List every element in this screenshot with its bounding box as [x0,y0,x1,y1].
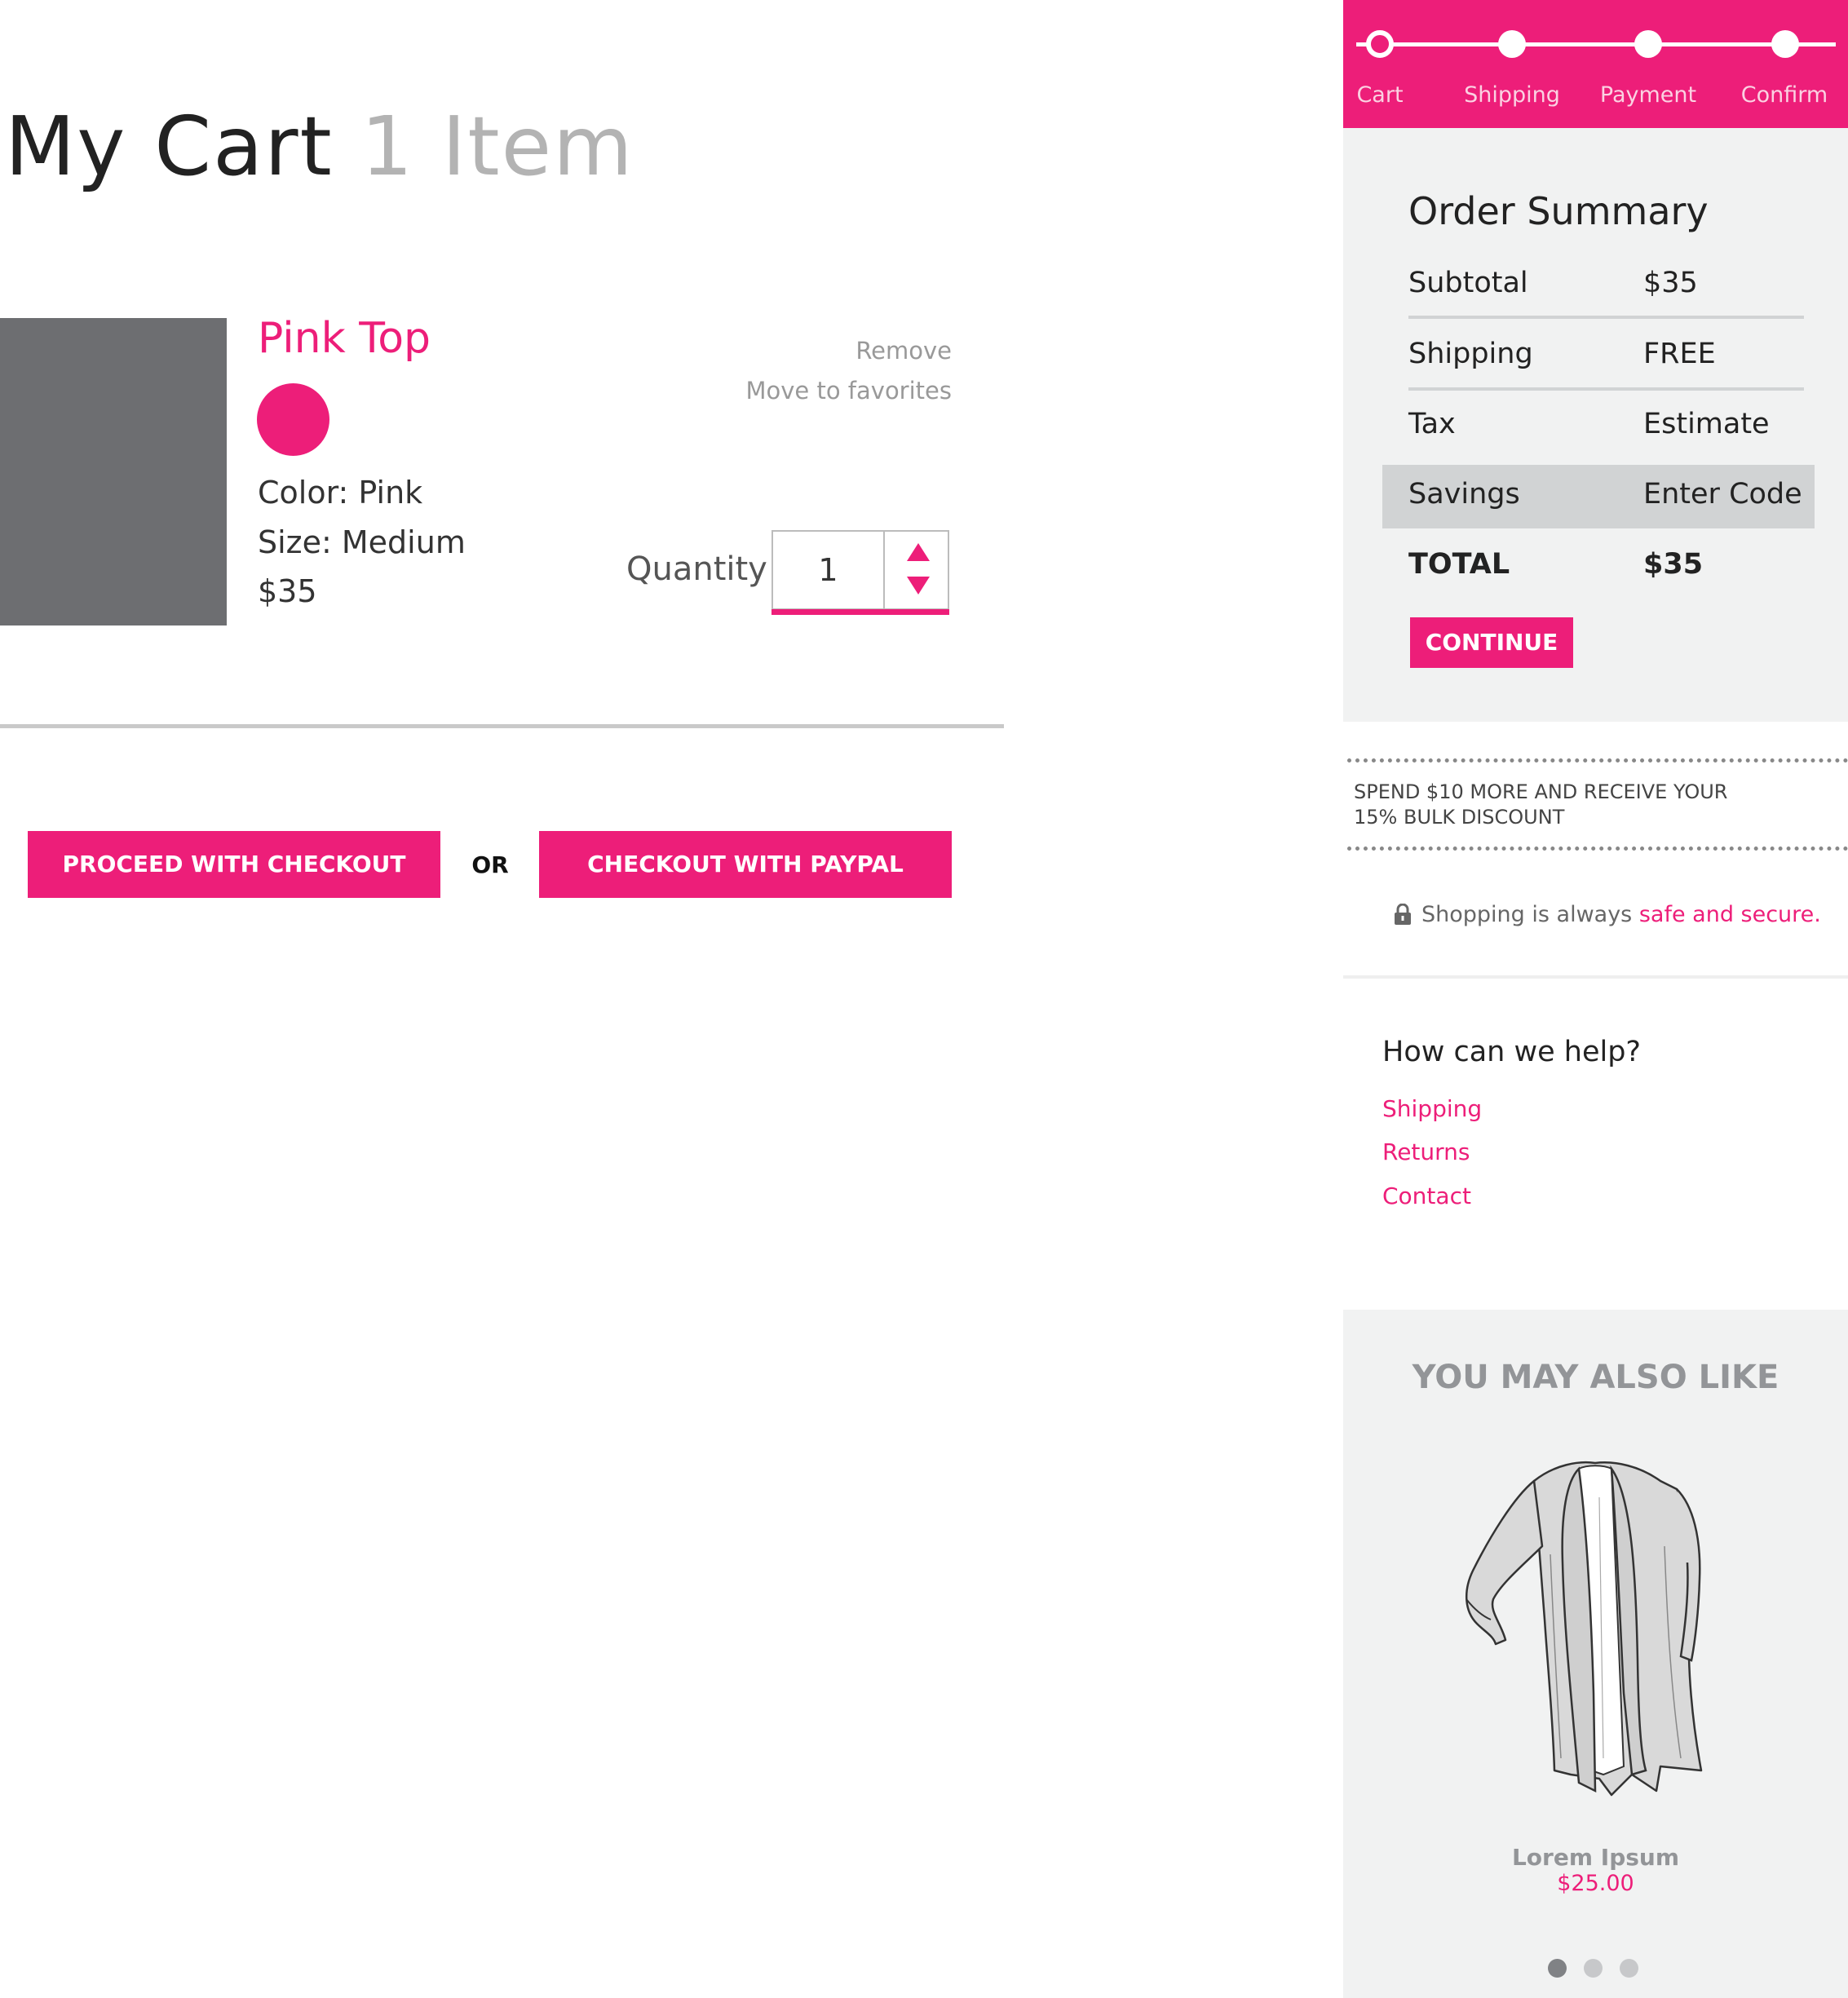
tax-estimate-link[interactable]: Estimate [1643,408,1770,440]
help-title: How can we help? [1382,1036,1641,1068]
summary-row-shipping: Shipping FREE [1408,338,1816,395]
product-size: Size: Medium [258,524,466,560]
dotted-divider [1347,846,1848,851]
checkout-progress: Cart Shipping Payment Confirm [1343,0,1848,128]
summary-row-tax: Tax Estimate [1408,408,1816,465]
promo-line-2: 15% BULK DISCOUNT [1354,806,1565,829]
cardigan-product-image[interactable] [1457,1448,1734,1815]
promo-line-1: SPEND $10 MORE AND RECEIVE YOUR [1354,780,1728,803]
savings-label: Savings [1408,478,1520,511]
proceed-checkout-button[interactable]: PROCEED WITH CHECKOUT [28,831,440,898]
step-dot-confirm[interactable] [1771,30,1799,58]
summary-row-total: TOTAL $35 [1408,548,1816,605]
or-separator: OR [471,851,509,878]
help-link-returns[interactable]: Returns [1382,1138,1470,1165]
product-color: Color: Pink [258,475,423,511]
bulk-discount-promo: SPEND $10 MORE AND RECEIVE YOUR 15% BULK… [1354,780,1727,830]
cart-title-label: My Cart [5,99,334,194]
lock-icon [1395,904,1411,925]
quantity-increase-icon[interactable] [907,543,930,561]
page-title: My Cart 1 Item [5,106,634,188]
divider [0,724,1004,728]
help-link-contact[interactable]: Contact [1382,1182,1471,1209]
help-link-shipping[interactable]: Shipping [1382,1095,1482,1122]
recommendations-title: YOU MAY ALSO LIKE [1412,1359,1779,1396]
carousel-dot-3[interactable] [1620,1959,1638,1978]
recommended-product-name[interactable]: Lorem Ipsum [1343,1844,1848,1871]
secure-text: Shopping is always [1421,902,1639,927]
recommendations-panel: YOU MAY ALSO LIKE Lorem Ipsum $25.00 [1343,1310,1848,1998]
step-label-confirm[interactable]: Confirm [1723,82,1846,108]
total-label: TOTAL [1408,548,1510,581]
order-summary: Order Summary Subtotal $35 Shipping FREE… [1343,128,1848,722]
quantity-stepper: 1 [771,530,949,610]
step-label-shipping[interactable]: Shipping [1451,82,1573,108]
step-dot-payment[interactable] [1634,30,1662,58]
summary-divider [1408,387,1804,391]
product-name[interactable]: Pink Top [258,314,431,363]
enter-code-link[interactable]: Enter Code [1643,478,1802,511]
subtotal-label: Subtotal [1408,267,1528,299]
carousel-dot-2[interactable] [1584,1959,1603,1978]
checkout-paypal-button[interactable]: CHECKOUT WITH PAYPAL [539,831,952,898]
carousel-dot-1[interactable] [1548,1959,1567,1978]
continue-button[interactable]: CONTINUE [1410,617,1573,668]
step-dot-shipping[interactable] [1498,30,1526,58]
progress-track [1356,42,1836,46]
move-to-favorites-link[interactable]: Move to favorites [745,377,952,404]
divider [1343,975,1848,979]
recommended-product-price: $25.00 [1557,1871,1634,1896]
order-summary-title: Order Summary [1408,189,1709,233]
safe-secure-link[interactable]: safe and secure. [1639,902,1821,927]
color-swatch[interactable] [257,383,329,456]
shipping-value: FREE [1643,338,1716,370]
tax-label: Tax [1408,408,1456,440]
remove-link[interactable]: Remove [855,337,952,365]
step-label-cart[interactable]: Cart [1319,82,1441,108]
quantity-underline [771,609,949,615]
product-price: $35 [258,573,317,609]
shipping-label: Shipping [1408,338,1533,370]
subtotal-value: $35 [1643,267,1698,299]
step-dot-cart[interactable] [1366,30,1394,58]
cart-item-count: 1 Item [360,99,634,194]
quantity-decrease-icon[interactable] [907,577,930,595]
dotted-divider [1347,758,1848,763]
step-label-payment[interactable]: Payment [1587,82,1709,108]
summary-row-savings: Savings Enter Code [1408,478,1816,535]
product-image-placeholder[interactable] [0,318,227,625]
quantity-label: Quantity [626,550,767,588]
summary-divider [1408,316,1804,319]
quantity-input[interactable]: 1 [773,532,885,608]
total-value: $35 [1643,548,1704,581]
secure-shopping-note: Shopping is always safe and secure. [1421,902,1821,927]
